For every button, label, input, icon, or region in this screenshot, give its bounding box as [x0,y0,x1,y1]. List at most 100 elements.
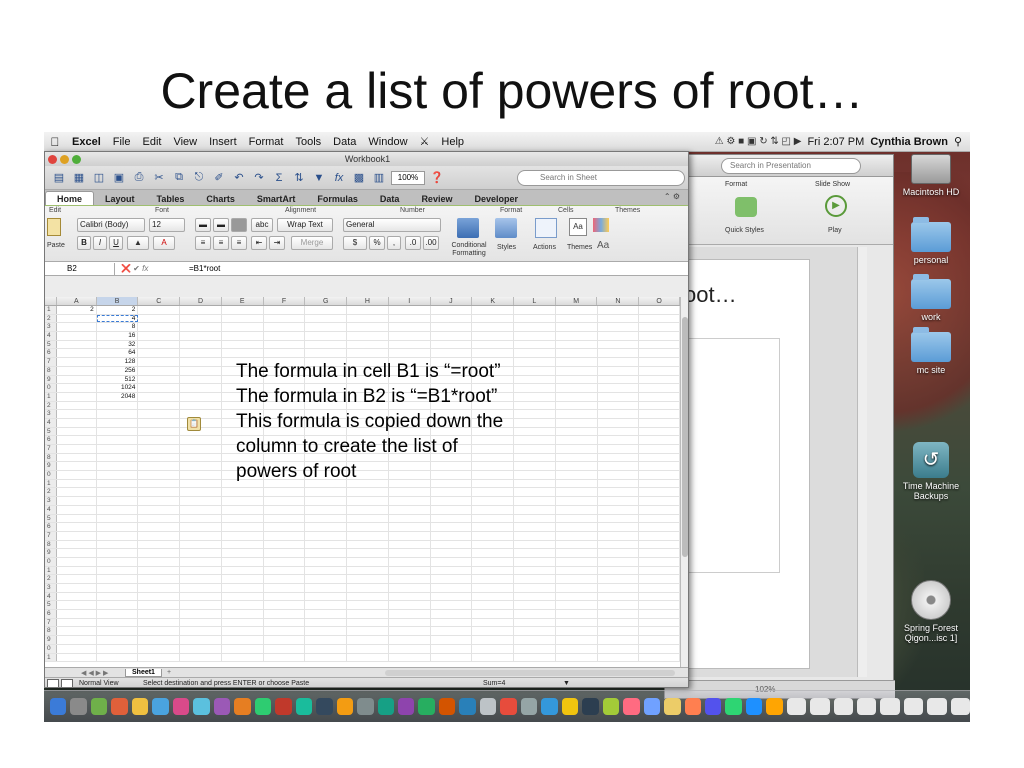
styles-icon[interactable] [495,218,517,238]
cell-c26[interactable] [138,523,181,531]
cell-k40[interactable] [472,644,515,653]
cell-k37[interactable] [472,618,515,627]
quick-styles-icon[interactable] [735,197,757,217]
cell-c16[interactable] [138,436,181,444]
dock-app-icon[interactable] [90,698,108,715]
cell-a18[interactable] [57,453,97,462]
row-header[interactable]: 5 [45,340,57,349]
cell-j39[interactable] [431,636,473,644]
cell-a24[interactable] [57,505,97,514]
desktop-icon-macintosh-hd[interactable]: Macintosh HD [886,154,970,197]
cell-n4[interactable] [598,332,640,340]
dock-window-thumbnail-icon[interactable] [903,698,924,715]
number-format-select[interactable]: General [343,218,441,232]
undo-icon[interactable]: ↶ [231,170,247,186]
gallery-icon[interactable]: ▩ [351,170,367,186]
cell-n12[interactable] [598,401,640,410]
row-header[interactable]: 1 [45,306,57,314]
increase-indent-button[interactable]: ⇥ [269,236,285,250]
col-header-b[interactable]: B [96,297,139,305]
cell-e36[interactable] [222,610,264,618]
cell-b12[interactable] [97,401,139,410]
currency-button[interactable]: $ [343,236,367,250]
cell-f3[interactable] [264,323,306,332]
cell-l5[interactable] [514,340,556,349]
formula-input[interactable]: =B1*root [185,264,220,273]
cell-j34[interactable] [431,592,473,601]
row-header[interactable]: 5 [45,427,57,436]
cell-n3[interactable] [598,323,640,332]
cell-f1[interactable] [264,306,306,314]
dock-app-icon[interactable] [357,698,374,715]
cell-n38[interactable] [598,627,640,636]
cell-o29[interactable] [639,549,680,557]
dock-app-icon[interactable] [520,698,538,715]
cell-a35[interactable] [57,601,97,610]
desktop-icon-mc-site[interactable]: mc site [886,327,970,375]
cell-n28[interactable] [598,540,640,549]
cell-a16[interactable] [57,436,97,444]
cell-l35[interactable] [514,601,556,610]
cell-n16[interactable] [598,436,640,444]
cell-d35[interactable] [180,601,222,610]
cell-n22[interactable] [598,488,640,497]
dock-app-icon[interactable] [479,698,497,715]
row-header[interactable]: 1 [45,653,57,662]
cell-m22[interactable] [556,488,598,497]
cell-c1[interactable] [138,306,181,314]
dock-app-icon[interactable] [418,698,435,715]
decrease-decimal-button[interactable]: .00 [423,236,439,250]
cell-h34[interactable] [347,592,389,601]
cell-a31[interactable] [57,566,97,575]
cell-a39[interactable] [57,636,97,644]
cell-n20[interactable] [598,471,640,479]
fill-color-button[interactable]: ▲ [127,236,149,250]
cell-g32[interactable] [305,575,348,583]
col-header-g[interactable]: G [305,297,348,305]
cell-i25[interactable] [389,514,431,523]
cell-o14[interactable] [639,418,680,427]
cell-d7[interactable] [180,358,222,366]
cell-a34[interactable] [57,592,97,601]
cell-g4[interactable] [305,332,348,340]
cell-l37[interactable] [514,618,556,627]
cell-m33[interactable] [556,584,598,592]
cell-o36[interactable] [639,610,680,618]
cell-k32[interactable] [472,575,515,583]
conditional-formatting-label[interactable]: Conditional Formatting [449,242,489,258]
cell-l32[interactable] [514,575,556,583]
cell-l30[interactable] [514,557,556,566]
cell-d22[interactable] [180,488,222,497]
cell-i24[interactable] [389,505,431,514]
cell-m29[interactable] [556,549,598,557]
cell-n11[interactable] [598,392,640,401]
menu-format[interactable]: Format [243,136,290,148]
cell-c23[interactable] [138,497,181,505]
cell-k3[interactable] [472,323,515,332]
autosum-icon[interactable]: Σ [271,170,287,186]
cell-d30[interactable] [180,557,222,566]
cell-a29[interactable] [57,549,97,557]
cell-i40[interactable] [389,644,431,653]
cell-b6[interactable]: 64 [97,349,139,358]
cell-d25[interactable] [180,514,222,523]
tab-data[interactable]: Data [369,192,411,205]
cell-d10[interactable] [180,384,222,392]
menu-edit[interactable]: Edit [136,136,167,148]
merge-button[interactable]: Merge [291,236,333,250]
cell-o39[interactable] [639,636,680,644]
cell-k24[interactable] [472,505,515,514]
cell-n19[interactable] [598,462,640,471]
cell-g41[interactable] [305,653,348,662]
row-header[interactable]: 8 [45,453,57,462]
cell-b37[interactable] [97,618,139,627]
italic-button[interactable]: I [93,236,107,250]
cell-o30[interactable] [639,557,680,566]
cell-l33[interactable] [514,584,556,592]
cell-b38[interactable] [97,627,139,636]
ribbon-options-icon[interactable]: ⌃ ⚙ [664,192,680,201]
cell-d39[interactable] [180,636,222,644]
cell-a13[interactable] [57,410,97,418]
col-header-o[interactable]: O [639,297,680,305]
cell-j40[interactable] [431,644,473,653]
